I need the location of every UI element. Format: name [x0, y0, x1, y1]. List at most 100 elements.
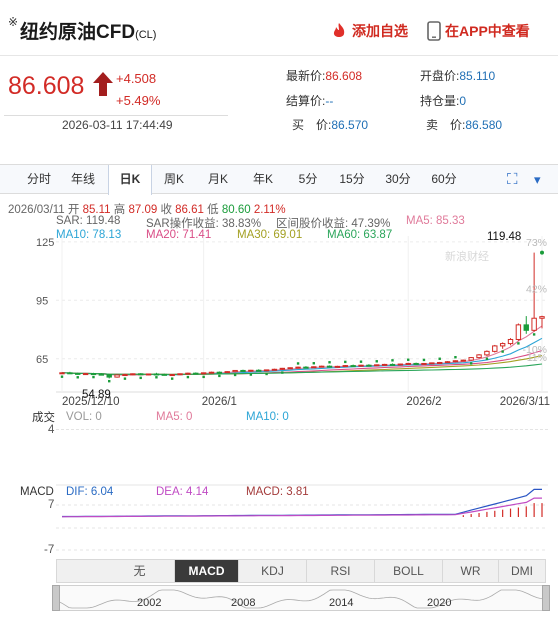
nav-year-2002: 2002	[137, 597, 161, 609]
candle-body	[523, 324, 529, 331]
candle-body	[507, 338, 514, 345]
candle-body	[381, 363, 388, 366]
candles	[59, 252, 545, 379]
candle-body	[468, 357, 474, 361]
y-tick-label: 95	[36, 295, 48, 307]
candle-body	[476, 354, 482, 359]
navigator-left-handle[interactable]	[52, 585, 60, 611]
bid-price-field: 买 价:86.570	[292, 116, 368, 133]
candle-body	[208, 371, 215, 374]
indicator-kdj[interactable]: KDJ	[239, 560, 307, 582]
nav-year-2020: 2020	[427, 597, 451, 609]
navigator-right-handle[interactable]	[542, 585, 550, 611]
candle-body	[515, 324, 522, 340]
candle-body	[232, 369, 238, 373]
candle-body	[216, 371, 223, 374]
candle-body	[444, 361, 451, 364]
tab-60min[interactable]: 60分	[426, 165, 462, 193]
candle-body	[318, 365, 325, 368]
sar-dot	[265, 372, 268, 376]
sar-dot	[76, 376, 79, 379]
up-arrow-icon	[93, 72, 113, 96]
tab-daily-k[interactable]: 日K	[108, 165, 152, 195]
sar-dot	[139, 376, 142, 380]
tab-weekly-k[interactable]: 周K	[156, 165, 192, 193]
vol-ma5: MA5: 0	[156, 411, 193, 423]
candle-body	[326, 365, 333, 368]
sar-dot	[344, 360, 347, 364]
change-percent: +5.49%	[116, 93, 161, 108]
indicator-wr[interactable]: WR	[443, 560, 499, 582]
tab-15min[interactable]: 15分	[334, 165, 370, 193]
latest-price-value: 86.608	[325, 69, 363, 83]
candle-body	[452, 360, 459, 363]
y-tick-label: 125	[36, 237, 54, 249]
nav-year-2008: 2008	[231, 597, 255, 609]
candle-body	[350, 365, 356, 368]
tab-year-line[interactable]: 年线	[64, 165, 102, 193]
sar-dot	[540, 250, 544, 255]
sar-dot	[438, 357, 441, 360]
candle-body	[311, 366, 317, 369]
candle-body	[342, 365, 348, 368]
instrument-code: (CL)	[135, 29, 157, 41]
candle-body	[256, 369, 262, 372]
open-interest-field: 持仓量:0	[420, 92, 466, 109]
sar-dot	[485, 357, 489, 360]
candle-body	[405, 362, 411, 365]
view-in-app-label: 在APP中查看	[445, 23, 530, 39]
page-title: 纽约原油CFD(CL)	[20, 17, 156, 44]
chevron-down-icon[interactable]: ▾	[534, 172, 541, 188]
x-tick-label: 2026/1	[202, 396, 237, 408]
indicator-none[interactable]: 无	[105, 560, 175, 582]
ma5-indicator: MA5: 85.33	[406, 215, 465, 227]
tab-intraday[interactable]: 分时	[20, 165, 58, 193]
candle-body	[484, 350, 490, 356]
y-axis-labels: 125 95 65	[36, 237, 54, 366]
open-price-field: 开盘价:85.110	[420, 67, 495, 84]
candle-body	[303, 366, 309, 369]
sar-dot	[517, 342, 520, 345]
sar-dot	[359, 360, 363, 363]
candle-body	[193, 372, 199, 375]
open-interest-label: 持仓量:	[420, 94, 460, 108]
sar-dot	[186, 375, 190, 379]
candlestick-chart[interactable]: 新浪财经 1259565 73%42%-10%11% 119.48 54.89 …	[0, 230, 558, 430]
candle-body	[397, 363, 404, 366]
sar-dot	[281, 371, 284, 374]
right-axis-label: 11%	[527, 352, 547, 364]
candle-body	[177, 373, 183, 376]
star-mark: ※	[8, 15, 19, 29]
indicator-rsi[interactable]: RSI	[307, 560, 375, 582]
macd-chart	[56, 484, 548, 551]
tab-yearly-k[interactable]: 年K	[245, 165, 281, 193]
divider	[4, 115, 228, 116]
sar-dot	[391, 359, 394, 362]
candle-body	[531, 317, 537, 331]
settle-price-value: --	[325, 94, 334, 108]
indicator-dmi[interactable]: DMI	[499, 560, 545, 582]
vol-value: VOL: 0	[66, 411, 102, 423]
indicator-macd[interactable]: MACD	[175, 560, 239, 582]
tab-monthly-k[interactable]: 月K	[200, 165, 236, 193]
fire-icon	[333, 23, 345, 37]
x-axis-labels: 2025/12/10 2026/1 2026/2 2026/3/11	[62, 396, 550, 408]
tab-30min[interactable]: 30分	[380, 165, 416, 193]
candle-body	[137, 373, 144, 376]
sar-dot	[312, 362, 316, 365]
sar-dot	[202, 375, 205, 379]
current-price: 86.608	[8, 72, 85, 100]
candle-body	[185, 372, 191, 375]
view-in-app-button[interactable]: 在APP中查看	[427, 21, 530, 41]
watermark: 新浪财经	[445, 249, 489, 263]
period-tabs: 分时 年线 日K 周K 月K 年K 5分 15分 30分 60分 ⛶ ▾	[0, 164, 558, 195]
candle-body	[334, 365, 341, 368]
add-watchlist-button[interactable]: 添加自选	[330, 21, 408, 41]
fullscreen-icon[interactable]: ⛶	[507, 171, 518, 188]
tab-5min[interactable]: 5分	[290, 165, 326, 193]
candle-body	[114, 374, 120, 378]
open-price-label: 开盘价:	[420, 69, 460, 83]
indicator-boll[interactable]: BOLL	[375, 560, 443, 582]
time-navigator[interactable]: 2002 2008 2014 2020	[56, 585, 546, 611]
candle-body	[59, 372, 65, 375]
